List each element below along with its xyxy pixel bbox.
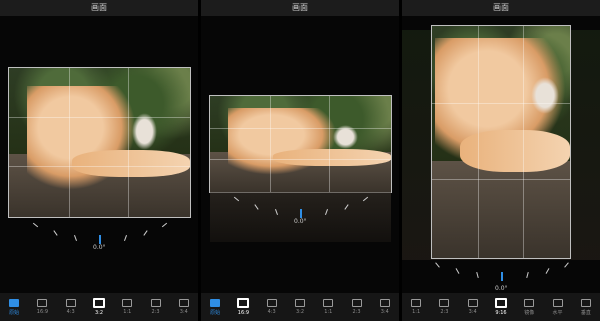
ratio-frame-icon [92, 298, 105, 308]
ratio-frame-icon [411, 299, 422, 307]
ratio-option-label: 原始 [210, 309, 221, 316]
ratio-option-6[interactable]: 垂直 [575, 298, 597, 316]
ratio-frame-icon [122, 299, 133, 307]
editor-panel-1: 画面 0.0° 原始 16:9 4:3 3:2 1:1 2:3 3:4 [0, 0, 198, 321]
ratio-toolbar: 原始 16:9 4:3 3:2 1:1 2:3 3:4 [201, 293, 399, 321]
ratio-option-label: 3:4 [468, 309, 477, 315]
ratio-option-1[interactable]: 2:3 [433, 299, 455, 315]
ratio-frame-icon [210, 298, 221, 307]
ratio-frame-icon [150, 299, 161, 307]
ratio-option-0[interactable]: 原始 [3, 298, 25, 316]
ratio-option-4[interactable]: 1:1 [116, 299, 138, 315]
ratio-option-label: 4:3 [66, 309, 75, 315]
ratio-option-label: 1:1 [123, 309, 132, 315]
rotation-dial[interactable] [432, 262, 572, 286]
ratio-option-label: 3:2 [295, 309, 304, 315]
ratio-option-label: 4:3 [267, 309, 276, 315]
ratio-toolbar: 原始 16:9 4:3 3:2 1:1 2:3 3:4 [0, 293, 198, 321]
ratio-frame-icon [467, 299, 478, 307]
ratio-option-label: 3:4 [380, 309, 389, 315]
ratio-option-5[interactable]: 水平 [547, 298, 569, 316]
crop-photo[interactable] [210, 96, 391, 192]
ratio-option-3[interactable]: 9:16 [490, 298, 512, 316]
rotation-needle [501, 272, 503, 281]
rotation-needle [99, 235, 101, 244]
ratio-frame-icon [65, 299, 76, 307]
ratio-option-5[interactable]: 2:3 [346, 299, 368, 315]
ratio-frame-icon [266, 299, 277, 307]
ratio-option-label: 镜像 [524, 309, 535, 316]
ratio-option-2[interactable]: 4:3 [60, 299, 82, 315]
ratio-frame-icon [379, 299, 390, 307]
ratio-option-label: 原始 [9, 309, 20, 316]
ratio-option-label: 垂直 [580, 309, 591, 316]
ratio-option-6[interactable]: 3:4 [374, 299, 396, 315]
crop-photo[interactable] [432, 26, 570, 258]
ratio-option-label: 3:2 [94, 310, 103, 316]
ratio-option-2[interactable]: 4:3 [261, 299, 283, 315]
ratio-frame-icon [237, 298, 250, 308]
ratio-option-4[interactable]: 1:1 [317, 299, 339, 315]
ratio-option-label: 2:3 [352, 309, 361, 315]
ratio-option-2[interactable]: 3:4 [462, 299, 484, 315]
ratio-option-label: 1:1 [324, 309, 333, 315]
ratio-frame-icon [439, 299, 450, 307]
ratio-option-label: 水平 [552, 309, 563, 316]
ratio-option-1[interactable]: 16:9 [31, 299, 53, 315]
ratio-option-label: 16:9 [36, 309, 49, 315]
ratio-option-label: 9:16 [495, 310, 507, 316]
ratio-option-6[interactable]: 3:4 [173, 299, 195, 315]
ratio-frame-icon [552, 298, 563, 307]
angle-readout: 0.0° [294, 218, 307, 225]
angle-readout: 0.0° [495, 285, 508, 292]
rotation-needle [300, 209, 302, 218]
editor-panel-3: 画面 0.0° 1:1 2:3 3:4 9:16 镜像 水平 垂直 [402, 0, 600, 321]
ratio-option-1[interactable]: 16:9 [232, 298, 254, 316]
ratio-option-4[interactable]: 镜像 [518, 298, 540, 316]
ratio-option-label: 2:3 [151, 309, 160, 315]
ratio-frame-icon [9, 298, 20, 307]
ratio-frame-icon [294, 299, 305, 307]
ratio-option-label: 1:1 [412, 309, 421, 315]
panel-title: 画面 [493, 3, 509, 12]
ratio-option-label: 3:4 [179, 309, 188, 315]
ratio-frame-icon [323, 299, 334, 307]
angle-readout: 0.0° [93, 244, 106, 251]
editor-panel-2: 画面 0.0° 原始 16:9 4:3 3:2 1:1 2:3 3:4 [201, 0, 399, 321]
ratio-frame-icon [524, 298, 535, 307]
ratio-option-label: 16:9 [237, 310, 250, 316]
crop-photo[interactable] [9, 68, 190, 217]
ratio-frame-icon [580, 298, 591, 307]
ratio-frame-icon [494, 298, 507, 308]
ratio-option-0[interactable]: 1:1 [405, 299, 427, 315]
panel-title: 画面 [292, 3, 308, 12]
ratio-toolbar: 1:1 2:3 3:4 9:16 镜像 水平 垂直 [402, 293, 600, 321]
ratio-option-0[interactable]: 原始 [204, 298, 226, 316]
ratio-frame-icon [37, 299, 48, 307]
panel-title: 画面 [91, 3, 107, 12]
ratio-option-3[interactable]: 3:2 [88, 298, 110, 316]
ratio-frame-icon [178, 299, 189, 307]
ratio-option-5[interactable]: 2:3 [145, 299, 167, 315]
ratio-frame-icon [351, 299, 362, 307]
ratio-option-3[interactable]: 3:2 [289, 299, 311, 315]
ratio-option-label: 2:3 [440, 309, 449, 315]
